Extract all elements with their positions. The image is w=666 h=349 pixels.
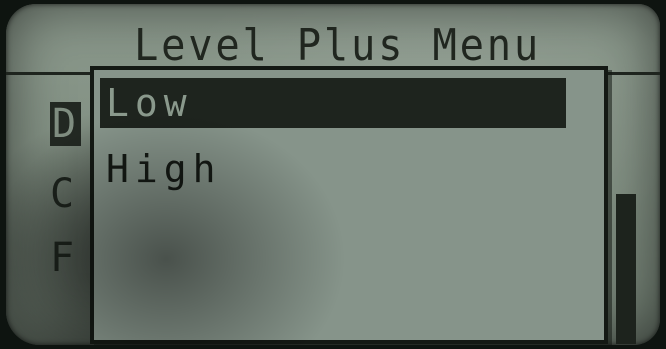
scrollbar[interactable]: [616, 194, 636, 344]
menu-title: Level Plus Menu: [134, 20, 541, 71]
option-low[interactable]: Low: [100, 78, 566, 128]
option-high[interactable]: High: [100, 144, 566, 194]
background-menu-item[interactable]: F: [50, 236, 77, 280]
background-menu-item[interactable]: C: [50, 172, 77, 216]
option-popup: Low High: [90, 66, 608, 344]
lcd-display: Level Plus Menu D C F Low High: [6, 4, 660, 345]
background-menu-item[interactable]: D: [50, 102, 82, 146]
